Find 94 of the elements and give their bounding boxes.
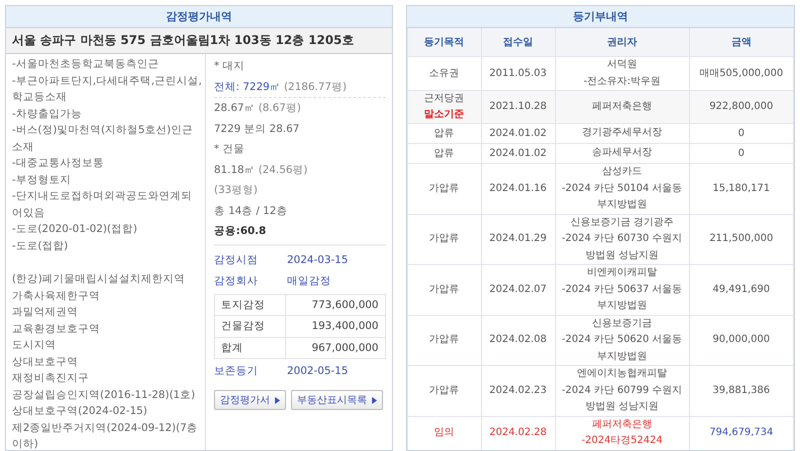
table-cell: 신용보증기금 경기광주 -2024 카단 60730 수원지방법원 성남지원 [555,214,689,264]
table-cell: 211,500,000 [689,214,794,264]
table-cell: 49,491,690 [689,264,794,315]
table-cell: 193,400,000 [286,316,385,337]
land-share-text: 7229 분의 28.67 [214,122,300,136]
location-note: -서울마천초등학교북동측인근 [12,57,160,72]
pyeong-text: (2186.77평) [284,80,347,92]
zone-text: 상대보호구역 [12,354,79,370]
column-header: 금액 [689,28,794,56]
zone-text: 공장설립승인지역(2016-11-28)(1호) [12,388,196,402]
table-cell: 가압류 [407,366,481,416]
table-cell: 가압류 [407,264,481,315]
zone-text: 재정비촉진지구 [12,371,90,386]
table-cell: 0 [689,144,794,164]
zone-text: 제2종일반주거지역(2024-09-12)(7층이하) [12,420,199,450]
info-value: 2024-03-15 [287,252,348,268]
column-header: 접수일 [481,28,555,56]
land-heading: * 대지 [214,59,246,74]
info-value: 2002-05-15 [287,364,348,380]
table-cell: 39,881,386 [689,366,794,416]
zone-text: 상대보호구역(2024-02-15) [12,404,148,419]
location-note: -부근아파트단지,다세대주택,근린시설,학교등소재 [12,74,202,105]
column-header: 권리자 [555,28,689,56]
floors-text: 총 14층 / 12층 [214,204,288,218]
table-cell: 서덕원 -전소유자:박우원 [555,56,689,90]
pyeong-text: (8.67평) [258,102,301,114]
location-note: -도로(접합) [12,238,69,254]
table-cell: 소유권 [407,56,481,90]
table-cell: 2024.02.28 [481,416,555,450]
table-cell: 2021.10.28 [481,90,555,124]
table-cell: 신용보증기금 -2024 카단 50620 서울동부지방법원 [555,315,689,366]
panel-title: 감정평가내역 [6,6,392,28]
info-label: 감정시점 [214,252,259,268]
location-note: -도로(2020-01-02)(접합) [12,222,138,237]
table-cell: 건물감정 [214,316,286,337]
table-cell: 2024.01.16 [481,164,555,214]
location-note: -부정형토지 [12,172,72,188]
zone-text: (한강)폐기물매립시설설치제한지역 [12,272,186,287]
info-label: 보존등기 [214,364,259,380]
location-note: -버스(정)및마천역(지하철5호선)인근소재 [12,123,194,154]
table-cell: 가압류 [407,315,481,366]
table-cell: 경기광주세무서장 [555,124,689,144]
table-cell: 페퍼저축은행 -2024타경52424 [555,416,689,450]
table-cell: 근저당권 말소기준 [407,90,481,124]
table-cell: 삼성카드 -2024 카단 50104 서울동부지방법원 [555,164,689,214]
building-heading: * 건물 [214,142,246,157]
zone-text: 가축사육제한구역 [12,288,101,304]
table-cell: 페퍼저축은행 [555,90,689,124]
table-cell: 송파세무서장 [555,144,689,164]
table-cell: 매매505,000,000 [689,56,794,90]
table-cell: 압류 [407,124,481,144]
table-cell: 2024.01.29 [481,214,555,264]
table-cell: 2024.02.08 [481,315,555,366]
table-cell: 773,600,000 [286,294,385,316]
table-cell: 2024.02.23 [481,366,555,416]
table-cell: 922,800,000 [689,90,794,124]
table-cell: 임의 [407,416,481,450]
table-cell: 2024.01.02 [481,144,555,164]
building-type-text: (33평형) [214,183,259,198]
location-note: -단지내도로접하며외곽공도와연계되어있음 [12,189,193,220]
land-total-text: 전체: 7229㎡ [214,80,281,92]
location-note: -대중교통사정보통 [12,156,105,171]
table-cell: 가압류 [407,214,481,264]
table-cell: 967,000,000 [286,337,385,358]
document-button[interactable]: 부동산표시목록 [291,390,383,410]
table-cell: 2024.01.02 [481,124,555,144]
table-cell: 0 [689,124,794,144]
table-cell: 2011.05.03 [481,56,555,90]
table-cell: 가압류 [407,164,481,214]
column-header: 등기목적 [407,28,481,56]
triangle-icon [372,396,377,404]
table-cell: 합계 [214,337,286,358]
building-area-text: 81.18㎡ [214,164,256,176]
address-text: 서울 송파구 마천동 575 금호어울림1차 103동 12층 1205호 [6,28,392,54]
table-cell: 엔에이치농협캐피탈 -2024 카단 60799 수원지방법원 성남지원 [555,366,689,416]
document-button[interactable]: 감정평가서 [214,390,286,410]
table-cell: 압류 [407,144,481,164]
land-area-text: 28.67㎡ [214,102,256,114]
table-cell: 비엔케이캐피탈 -2024 카단 50637 서울동부지방법원 [555,264,689,315]
panel-title: 등기부내역 [406,6,794,28]
location-note: -차량출입가능 [12,106,83,122]
table-cell: 90,000,000 [689,315,794,366]
table-cell: 15,180,171 [689,164,794,214]
zone-text: 교육환경보호구역 [12,322,101,336]
info-value: 매일감정 [287,274,331,289]
zone-text: 과밀억제권역 [12,305,79,320]
zone-text: 도시지역 [12,338,57,353]
table-cell: 794,679,734 [689,416,794,450]
table-cell: 2024.02.07 [481,264,555,315]
triangle-icon [275,396,280,404]
info-label: 감정회사 [214,274,259,289]
common-area-text: 공용:60.8 [214,224,268,239]
pyeong-text: (24.56평) [258,164,308,176]
table-cell: 토지감정 [214,294,286,316]
